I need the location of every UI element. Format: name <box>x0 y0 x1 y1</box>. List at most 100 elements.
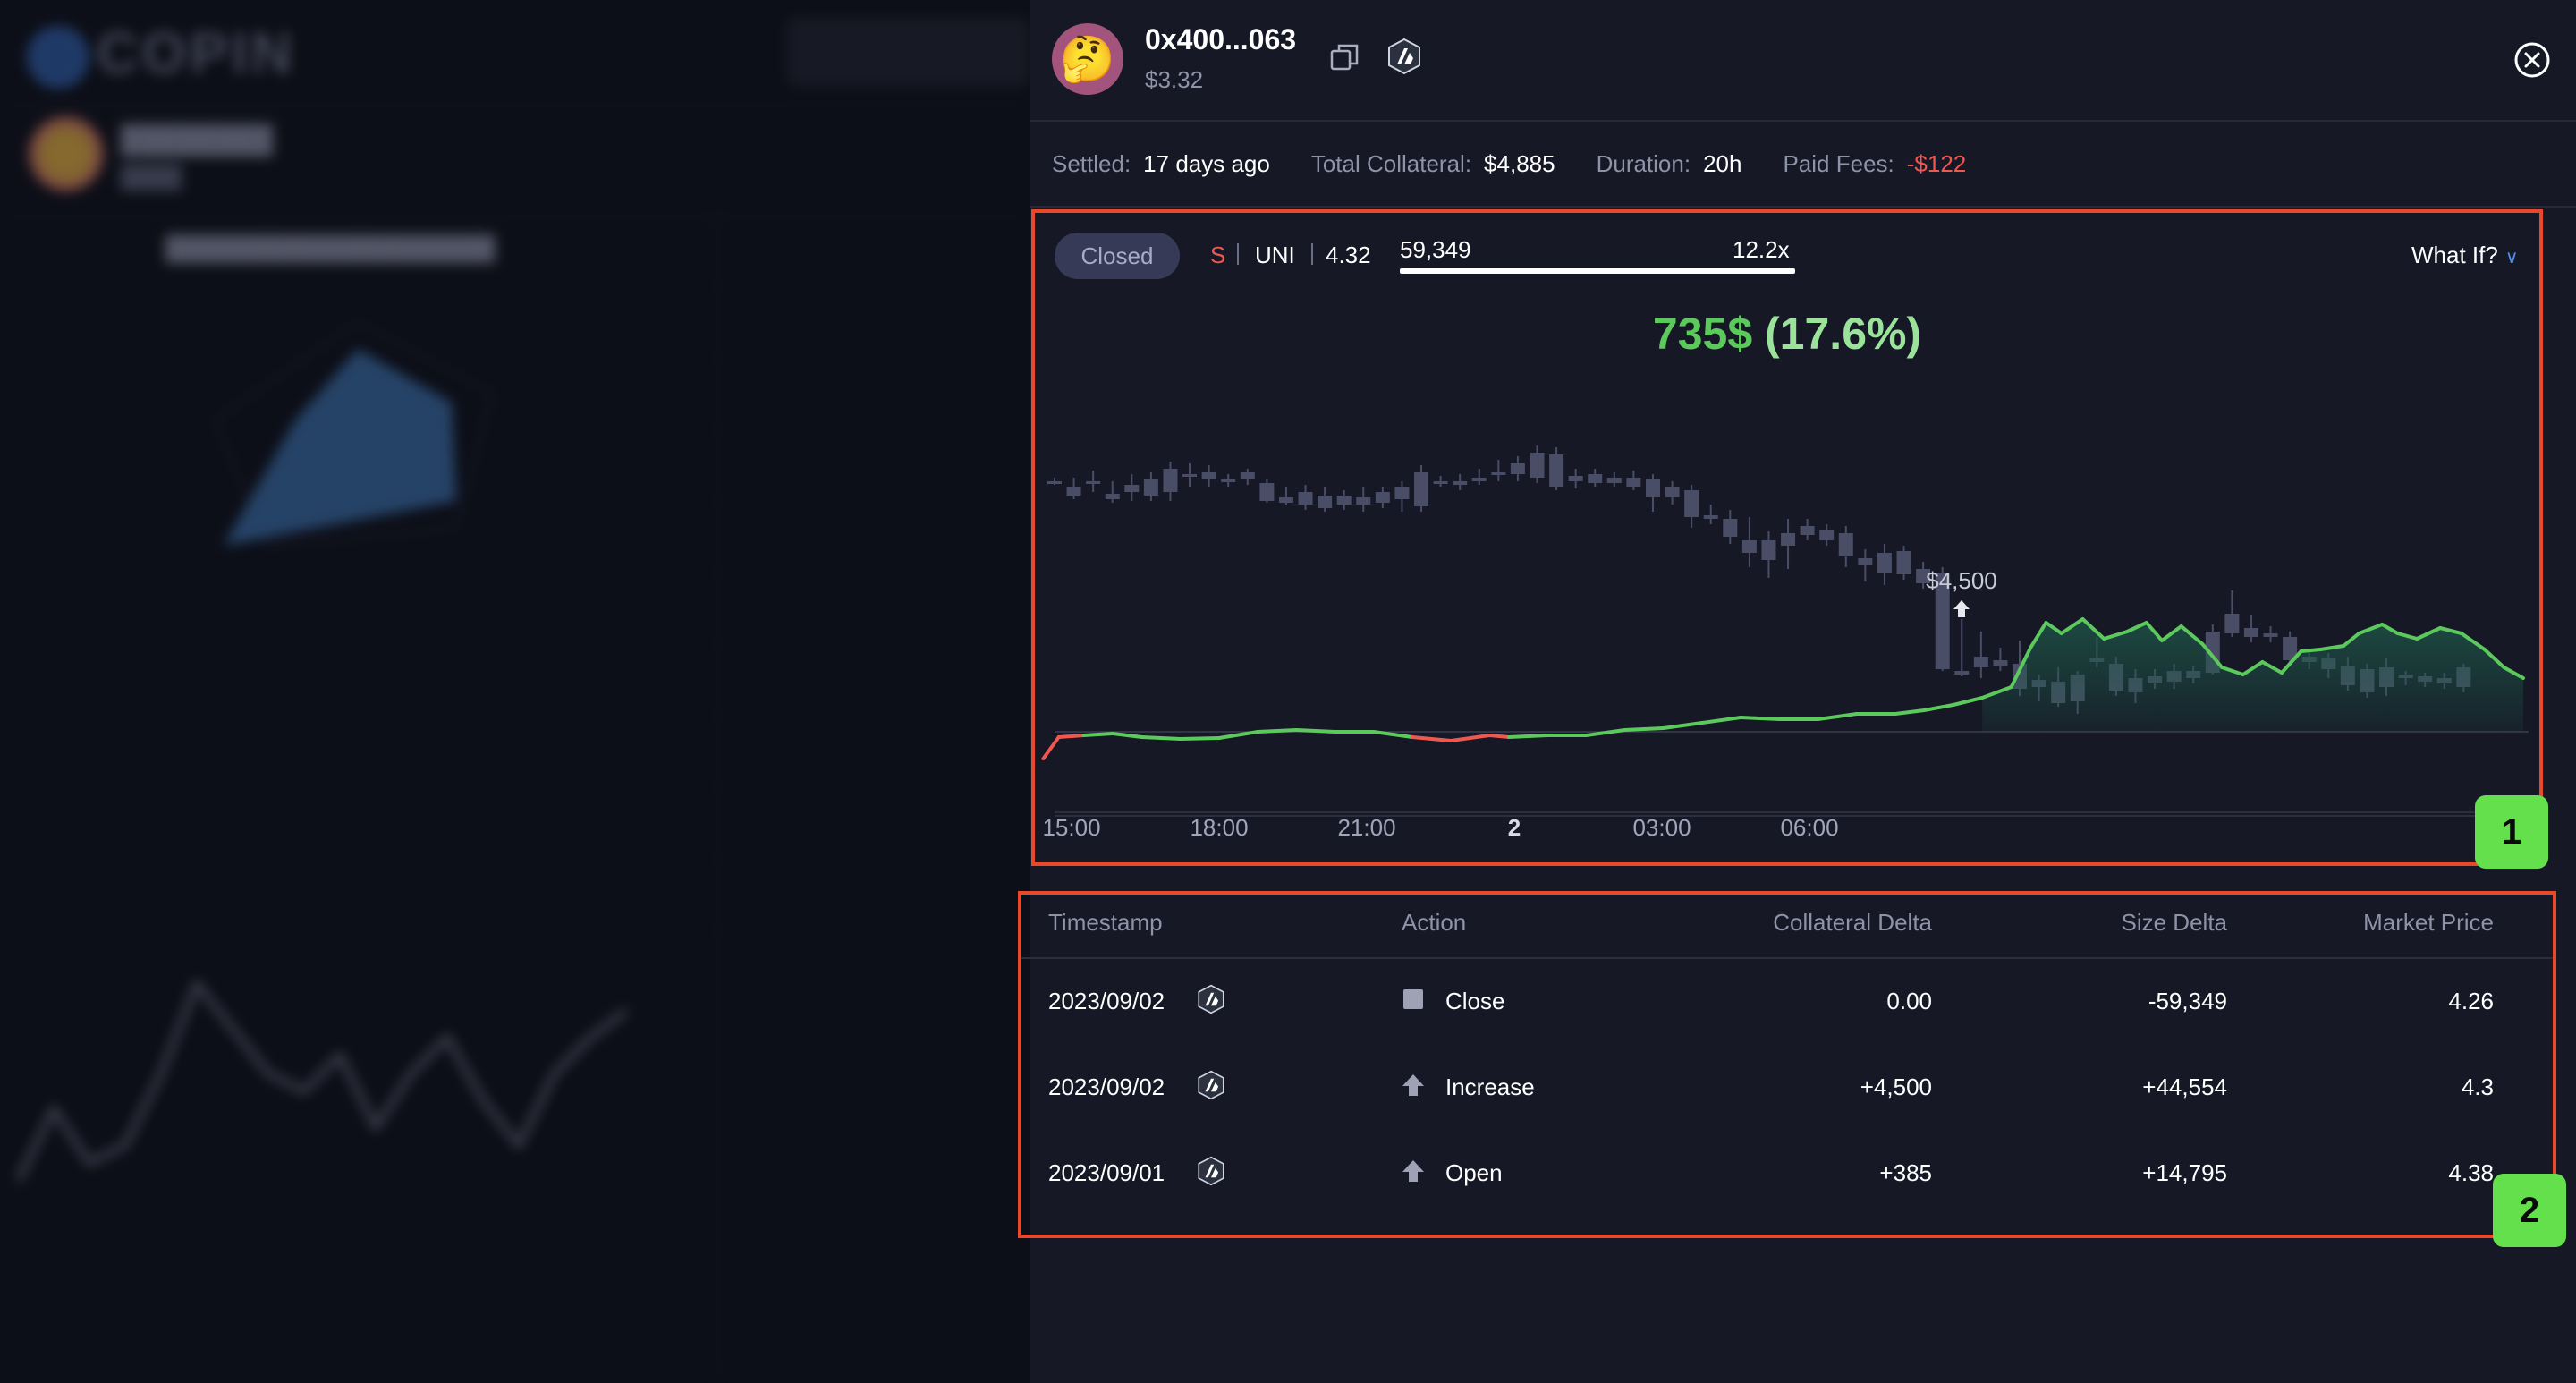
cell-timestamp: 2023/09/02 <box>1048 1073 1165 1100</box>
close-button[interactable] <box>2513 41 2551 79</box>
position-size: 59,349 <box>1400 236 1471 263</box>
pnl-line-segment <box>1081 732 1115 737</box>
cell-collateral-delta: 0.00 <box>1886 988 1932 1014</box>
pnl-line-segment <box>2299 648 2323 653</box>
col-market-price: Market Price <box>2363 909 2494 936</box>
candle-body <box>1530 453 1545 478</box>
copy-icon[interactable] <box>1329 41 1361 73</box>
candle-body <box>1298 492 1313 505</box>
arbitrum-icon <box>1198 1156 1224 1186</box>
candle-body <box>1259 483 1275 501</box>
stop-square-icon <box>1403 989 1423 1009</box>
pnl-candlestick-chart: $4,500 <box>1041 445 2529 817</box>
cell-action: Close <box>1445 988 1505 1014</box>
candle-body <box>2263 633 2278 637</box>
candle-body <box>1973 657 1988 667</box>
pnl-line-segment <box>1449 734 1492 742</box>
candle-body <box>1086 481 1101 484</box>
position-leverage: 12.2x <box>1733 236 1790 263</box>
trade-history-table: Timestamp Action Collateral Delta Size D… <box>1018 891 2556 1238</box>
candle-body <box>1453 481 1468 485</box>
candle-body <box>1143 479 1158 496</box>
candle-body <box>1105 494 1120 499</box>
stat-total-collateral: Total Collateral: $4,885 <box>1310 149 1555 177</box>
candle-body <box>1781 533 1796 546</box>
candle-body <box>1201 472 1216 479</box>
table-row[interactable]: 2023/09/01 Open +385 +14,795 4.38 <box>1021 1131 2553 1217</box>
background-column <box>716 215 1030 1378</box>
candle-body <box>1838 533 1853 556</box>
pnl-line-segment <box>1371 730 1414 739</box>
pnl-line-segment <box>1922 703 1955 712</box>
candle-body <box>1240 472 1255 479</box>
position-entry-price: 4.32 <box>1326 242 1371 268</box>
background-radar-chart <box>215 320 494 547</box>
divider <box>1311 243 1313 265</box>
annotation-badge: 2 <box>2493 1174 2566 1247</box>
candle-body <box>1568 476 1583 481</box>
pnl-line-segment <box>1294 728 1337 734</box>
divider <box>1237 243 1239 265</box>
x-tick: 03:00 <box>1632 814 1691 841</box>
what-if-dropdown[interactable]: What If? ∨ <box>2411 242 2518 269</box>
pnl-line-segment <box>1816 712 1859 721</box>
arrow-up-icon <box>1402 1074 1424 1096</box>
pnl-line-segment <box>1487 734 1511 739</box>
candle-body <box>1356 497 1371 505</box>
background-search <box>787 18 1029 86</box>
candle-body <box>1278 497 1293 503</box>
annotation-badge: 1 <box>2475 795 2548 869</box>
candle-body <box>1626 478 1641 487</box>
candle-body <box>1221 479 1236 482</box>
position-side: S <box>1210 242 1226 268</box>
pnl-line-segment <box>1140 735 1182 741</box>
table-header: Timestamp Action Collateral Delta Size D… <box>1021 895 2553 959</box>
pnl-line-segment <box>1507 734 1550 739</box>
candle-body <box>1645 479 1660 497</box>
candle-body <box>1549 454 1564 487</box>
col-action: Action <box>1402 909 1467 936</box>
avatar: 🤔 <box>1052 23 1123 95</box>
candle-body <box>1182 474 1198 477</box>
candle-body <box>1741 540 1757 553</box>
cell-market-price: 4.26 <box>2448 988 2494 1014</box>
candle-body <box>1606 478 1622 483</box>
candle-body <box>1394 487 1410 499</box>
pnl-line-segment <box>1217 730 1260 740</box>
candle-body <box>1066 487 1081 496</box>
size-bar <box>1400 268 1795 274</box>
marker-label: $4,500 <box>1926 567 1997 594</box>
candle-body <box>2224 614 2240 633</box>
candle-body <box>1318 496 1333 508</box>
arbitrum-icon <box>1198 984 1224 1014</box>
chevron-down-icon: ∨ <box>2504 248 2519 267</box>
stat-paid-fees: Paid Fees: -$122 <box>1783 149 1967 177</box>
background-radar-title: ████████████████████ <box>165 234 496 261</box>
panel-header: 🤔 0x400...063 $3.32 <box>1030 0 2576 122</box>
candle-body <box>1124 485 1140 492</box>
candle-body <box>1877 553 1892 573</box>
cell-action: Increase <box>1445 1073 1535 1100</box>
candle-body <box>1723 519 1738 537</box>
candle-body <box>1819 530 1835 540</box>
arrow-up-icon <box>1953 600 1970 617</box>
table-row[interactable]: 2023/09/02 Close 0.00 -59,349 4.26 <box>1021 959 2553 1045</box>
status-badge: Closed <box>1055 233 1180 279</box>
pnl-line-segment <box>1041 735 1061 760</box>
arbitrum-icon <box>1198 1070 1224 1100</box>
cell-size-delta: -59,349 <box>2148 988 2227 1014</box>
candle-body <box>1433 481 1448 484</box>
col-collateral-delta: Collateral Delta <box>1773 909 1932 936</box>
x-tick: 21:00 <box>1337 814 1396 841</box>
candle-body <box>1336 496 1352 505</box>
candle-body <box>1471 478 1487 481</box>
candle-body <box>1047 481 1062 484</box>
background-app: COPIN ████████ ████ ████████████████████ <box>0 0 1030 1383</box>
arrow-up-icon <box>1402 1160 1424 1182</box>
cell-size-delta: +44,554 <box>2142 1073 2227 1100</box>
candle-body <box>1163 469 1178 492</box>
candle-body <box>1896 551 1911 574</box>
table-row[interactable]: 2023/09/02 Increase +4,500 +44,554 4.3 <box>1021 1045 2553 1131</box>
candle-body <box>1588 474 1603 483</box>
pnl-line-segment <box>1700 716 1743 725</box>
